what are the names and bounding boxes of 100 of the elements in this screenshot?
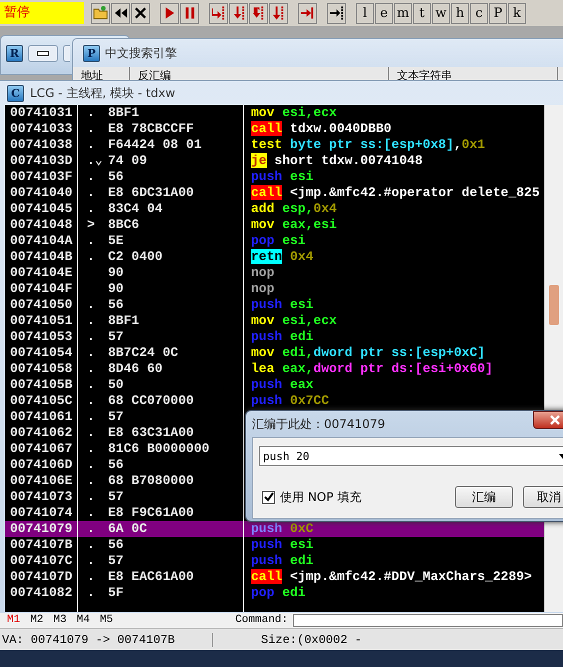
hex-cell: 6A 0C <box>108 521 148 537</box>
hex-cell: C2 0400 <box>108 249 163 265</box>
address-cell-text: 0074107C <box>9 553 74 569</box>
address-cell-text: 00741033 <box>9 121 74 137</box>
instruction-text: retn 0x4 <box>251 249 314 264</box>
instruction-text: call <jmp.&mfc42.#DDV_MaxChars_2289> <box>251 569 532 584</box>
jump-marker: . <box>86 249 96 265</box>
hex-cell: E8 63C31A00 <box>108 425 194 441</box>
address-cell-text: 0074104F <box>9 281 74 297</box>
instruction-text: test byte ptr ss:[esp+0x8],0x1 <box>251 137 486 152</box>
address-cell-text: 0074107D <box>9 569 74 585</box>
jump-marker: . <box>86 345 96 361</box>
address-cell-text: 00741045 <box>9 201 74 217</box>
jump-marker: . <box>86 505 96 521</box>
address-cell-text: 00741082 <box>9 585 74 601</box>
address-cell-text: 0074104B <box>9 249 74 265</box>
address-cell-text: 00741031 <box>9 105 74 121</box>
address-cell-text: 00741058 <box>9 361 74 377</box>
jump-marker: . <box>86 521 96 537</box>
instruction-text: lea eax,dword ptr ds:[esi+0x60] <box>251 361 493 376</box>
hex-cell: 56 <box>108 169 124 185</box>
instruction-text: push edi <box>251 329 314 344</box>
window-title: LCG - 主线程, 模块 - tdxw <box>30 84 176 102</box>
hex-cell: E8 F9C61A00 <box>108 505 194 521</box>
hex-cell: 57 <box>108 329 124 345</box>
jump-marker: . <box>86 409 96 425</box>
jump-marker: . <box>86 201 96 217</box>
jump-marker: . <box>86 377 96 393</box>
instruction-text: call <jmp.&mfc42.#operator delete_825 <box>251 185 540 200</box>
jump-marker: > <box>86 217 96 233</box>
hex-cell: 56 <box>108 457 124 473</box>
jump-marker: . <box>86 489 96 505</box>
instruction-text: push 0xC <box>251 521 314 536</box>
hex-cell: 5F <box>108 585 124 601</box>
dialog-title: 汇编于此处：00741079 <box>252 416 386 432</box>
hex-cell: 8BF1 <box>108 313 140 329</box>
hex-cell: 57 <box>108 553 124 569</box>
instruction-text: push edi <box>251 553 314 568</box>
jump-marker: . <box>86 185 96 201</box>
address-cell-text: 0074103D <box>9 153 74 169</box>
status-text: Size:(0x0002 - <box>260 632 362 646</box>
hex-cell: 90 <box>108 265 124 281</box>
address-cell-text: 0074105C <box>9 393 74 409</box>
hex-cell: 68 CC070000 <box>108 393 194 409</box>
instruction-text: call tdxw.0040DBB0 <box>251 121 392 136</box>
jump-marker: . <box>86 425 96 441</box>
jump-marker: . <box>86 569 96 585</box>
hex-cell: 57 <box>108 409 124 425</box>
hex-cell: E8 78CBCCFF <box>108 121 194 137</box>
hex-cell: 90 <box>108 281 124 297</box>
window-title: 中文搜索引擎 <box>105 44 177 62</box>
address-cell-text: 00741048 <box>9 217 74 233</box>
hex-cell: E8 6DC31A00 <box>108 185 194 201</box>
address-cell-text: 00741040 <box>9 185 74 201</box>
hex-cell: 81C6 B0000000 <box>108 441 210 457</box>
address-cell-text: 0074105B <box>9 377 74 393</box>
instruction-text: push 0x7CC <box>251 393 330 408</box>
address-cell-text: 0074106E <box>9 473 74 489</box>
hex-cell: 8BC6 <box>108 217 140 233</box>
instruction-text: mov edi,dword ptr ss:[esp+0xC] <box>251 345 486 360</box>
address-cell-text: 0074107B <box>9 537 74 553</box>
instruction-text: mov esi,ecx <box>251 313 337 328</box>
instruction-text: mov esi,ecx <box>251 105 337 120</box>
instruction-text: mov eax,esi <box>251 217 337 232</box>
checkbox-label: 使用 NOP 填充 <box>280 488 362 506</box>
hex-cell: 8B7C24 0C <box>108 345 178 361</box>
hex-cell: 83C4 04 <box>108 201 163 217</box>
address-cell-text: 00741073 <box>9 489 74 505</box>
instruction-text: push esi <box>251 297 314 312</box>
jump-marker: . <box>86 537 96 553</box>
address-cell-text: 00741053 <box>9 329 74 345</box>
hex-cell: 8D46 60 <box>108 361 163 377</box>
address-cell-text: 00741051 <box>9 313 74 329</box>
jump-marker: . <box>86 553 96 569</box>
instruction-text: je short tdxw.00741048 <box>251 153 423 168</box>
address-cell-text: 0074103F <box>9 169 74 185</box>
jump-marker: . <box>86 233 96 249</box>
jump-marker: . <box>86 121 96 137</box>
instruction-text: nop <box>251 281 274 296</box>
jump-marker: . <box>86 361 96 377</box>
address-cell-text: 0074104A <box>9 233 74 249</box>
jump-marker: . <box>86 137 96 153</box>
address-cell-text: 00741054 <box>9 345 74 361</box>
jump-marker: . <box>86 585 96 601</box>
hex-cell: 57 <box>108 489 124 505</box>
jump-marker: . <box>86 441 96 457</box>
status-text: VA: 00741079 -> 0074107B <box>0 632 213 646</box>
address-cell-text: 00741062 <box>9 425 74 441</box>
hex-cell: 8BF1 <box>108 105 140 121</box>
instruction-text: nop <box>251 265 274 280</box>
jump-marker: . <box>86 313 96 329</box>
status-badge: 暂停 <box>0 2 84 24</box>
hex-cell: 68 B7080000 <box>108 473 194 489</box>
hex-cell: 56 <box>108 537 124 553</box>
hex-cell: 50 <box>108 377 124 393</box>
address-cell-text: 00741067 <box>9 441 74 457</box>
jump-marker: . <box>86 105 96 121</box>
address-cell-text: 00741061 <box>9 409 74 425</box>
jump-marker: . <box>86 473 96 489</box>
jump-marker: . <box>86 329 96 345</box>
